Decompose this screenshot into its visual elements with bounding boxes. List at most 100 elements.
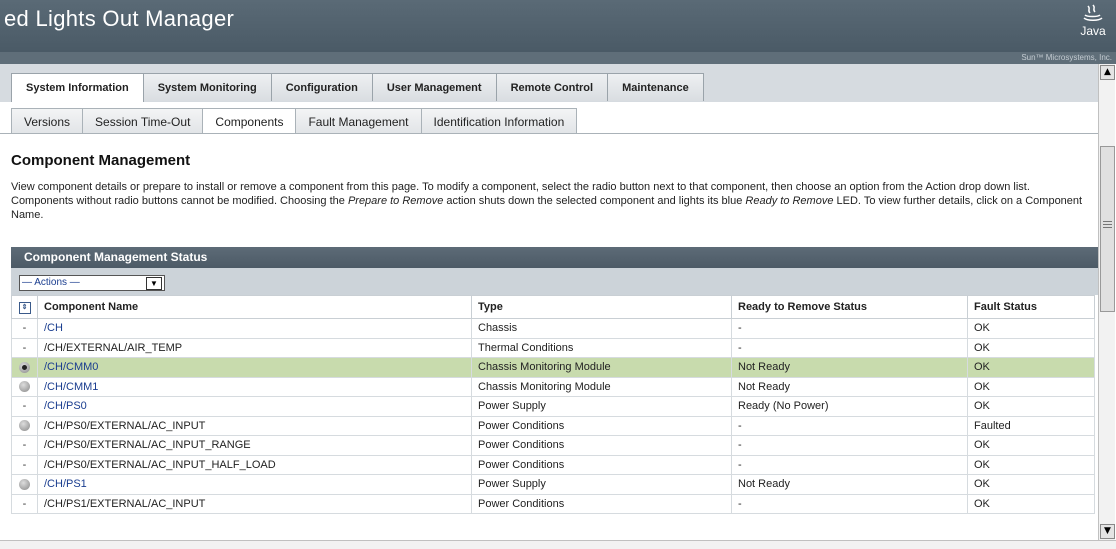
row-select-dash: - (22, 497, 27, 510)
column-header-ready-status[interactable]: Ready to Remove Status (731, 295, 968, 319)
subtab-components[interactable]: Components (202, 108, 297, 134)
component-name-cell: /CH/PS0/EXTERNAL/AC_INPUT_RANGE (37, 435, 472, 456)
table-row: -/CH/PS0/EXTERNAL/AC_INPUT_HALF_LOAD Powe… (11, 454, 1095, 475)
ready-status-cell: Not Ready (731, 474, 968, 495)
dropdown-arrow-icon[interactable]: ▼ (146, 277, 162, 290)
component-name-link[interactable]: /CH/PS1 (44, 478, 87, 490)
row-select-cell: - (11, 435, 38, 456)
main-tab-bar: System Information System Monitoring Confi… (0, 64, 1098, 103)
component-type-cell: Power Supply (471, 396, 732, 417)
fault-status-cell: OK (967, 396, 1095, 417)
app-title: ed Lights Out Manager (4, 6, 235, 31)
company-name: Sun™ Microsystems, Inc. (1021, 53, 1112, 62)
company-bar: Sun™ Microsystems, Inc. (0, 52, 1116, 64)
row-select-cell: - (11, 337, 38, 358)
table-row: /CH/PS0/EXTERNAL/AC_INPUT Power Condition… (11, 415, 1095, 436)
table-row: -/CH/PS1/EXTERNAL/AC_INPUT Power Conditio… (11, 493, 1095, 514)
column-header-type[interactable]: Type (471, 295, 732, 319)
column-header-component-name[interactable]: Component Name (37, 295, 472, 319)
subtab-session-time-out[interactable]: Session Time-Out (82, 108, 204, 134)
row-select-cell: - (11, 493, 38, 514)
app-header: ed Lights Out Manager Java (0, 0, 1116, 52)
fault-status-cell: OK (967, 357, 1095, 378)
fault-status-cell: OK (967, 474, 1095, 495)
tab-user-management[interactable]: User Management (371, 73, 497, 101)
table-row: - /CH/PS0 Power Supply Ready (No Power) OK (11, 396, 1095, 417)
tab-system-monitoring[interactable]: System Monitoring (142, 73, 272, 101)
row-select-dash: - (22, 458, 27, 471)
component-type-cell: Chassis (471, 318, 732, 339)
component-name-cell: /CH/PS0/EXTERNAL/AC_INPUT_HALF_LOAD (37, 454, 472, 475)
tab-system-information[interactable]: System Information (11, 73, 144, 102)
component-status-panel: Component Management Status — Actions — … (11, 247, 1098, 540)
row-radio-button[interactable] (19, 420, 30, 432)
scroll-down-arrow-icon[interactable]: ▼ (1100, 524, 1115, 539)
component-table: ⇕ Component Name Type Ready to Remove St… (11, 295, 1095, 514)
fault-status-cell: OK (967, 435, 1095, 456)
ready-status-cell: - (731, 318, 968, 339)
actions-bar: — Actions — ▼ (11, 268, 1098, 295)
java-logo: Java (1076, 4, 1110, 46)
component-type-cell: Chassis Monitoring Module (471, 376, 732, 397)
subtab-fault-management[interactable]: Fault Management (295, 108, 422, 134)
component-type-cell: Power Conditions (471, 454, 732, 475)
vertical-scrollbar[interactable]: ▲ ▼ (1098, 64, 1115, 540)
tab-maintenance[interactable]: Maintenance (607, 73, 704, 101)
row-select-cell[interactable] (11, 415, 38, 436)
component-type-cell: Thermal Conditions (471, 337, 732, 358)
tab-remote-control[interactable]: Remote Control (495, 73, 609, 101)
select-all-icon[interactable]: ⇕ (18, 302, 31, 314)
row-select-dash: - (22, 341, 27, 354)
component-name-link[interactable]: /CH/CMM1 (44, 381, 98, 393)
ready-status-cell: - (731, 435, 968, 456)
table-row: /CH/CMM1 Chassis Monitoring Module Not Rea… (11, 376, 1095, 397)
page-title: Component Management (11, 152, 191, 169)
scrollbar-thumb[interactable] (1100, 146, 1115, 312)
scroll-up-arrow-icon[interactable]: ▲ (1100, 65, 1115, 80)
row-select-dash: - (22, 400, 27, 413)
fault-status-cell: OK (967, 337, 1095, 358)
select-all-header[interactable]: ⇕ (11, 295, 38, 319)
fault-status-cell: OK (967, 454, 1095, 475)
intro-emphasis-1: Prepare to Remove (347, 195, 444, 207)
table-header-row: ⇕ Component Name Type Ready to Remove St… (11, 295, 1095, 319)
table-row: -/CH/EXTERNAL/AIR_TEMP Thermal Conditions… (11, 337, 1095, 358)
component-type-cell: Power Conditions (471, 493, 732, 514)
sub-tab-bar: Versions Session Time-Out Components Fault … (0, 102, 1098, 134)
ready-status-cell: Not Ready (731, 357, 968, 378)
fault-status-cell: OK (967, 376, 1095, 397)
column-header-fault-status[interactable]: Fault Status (967, 295, 1095, 319)
ready-status-cell: - (731, 493, 968, 514)
component-type-cell: Power Conditions (471, 435, 732, 456)
row-select-cell[interactable] (11, 376, 38, 397)
table-row: /CH/CMM0 Chassis Monitoring Module Not Rea… (11, 357, 1095, 378)
component-name-cell: /CH/PS1 (37, 474, 472, 495)
component-name-cell: /CH/PS1/EXTERNAL/AC_INPUT (37, 493, 472, 514)
fault-status-cell: OK (967, 318, 1095, 339)
main-tabs: System Information System Monitoring Confi… (11, 73, 704, 102)
subtab-identification-information[interactable]: Identification Information (420, 108, 578, 134)
actions-dropdown[interactable]: — Actions — ▼ (19, 275, 165, 291)
table-row: -/CH Chassis - OK (11, 318, 1095, 339)
subtab-versions[interactable]: Versions (11, 108, 84, 134)
component-name-link[interactable]: /CH/CMM0 (44, 361, 98, 373)
component-name-link[interactable]: /CH (44, 322, 63, 334)
actions-dropdown-label: — Actions — (22, 277, 80, 288)
intro-text-2: action shuts down the selected component… (443, 195, 746, 207)
component-type-cell: Power Conditions (471, 415, 732, 436)
page-intro: View component details or prepare to ins… (11, 180, 1086, 222)
ready-status-cell: Ready (No Power) (731, 396, 968, 417)
table-row: /CH/PS1 Power Supply Not Ready OK (11, 474, 1095, 495)
row-select-cell[interactable] (11, 357, 38, 378)
row-radio-button[interactable] (19, 361, 30, 373)
row-radio-button[interactable] (19, 478, 30, 490)
intro-emphasis-2: Ready to Remove (745, 195, 834, 207)
row-radio-button[interactable] (19, 381, 30, 393)
row-select-dash: - (22, 322, 27, 335)
ready-status-cell: - (731, 337, 968, 358)
component-name-cell: /CH (37, 318, 472, 339)
tab-configuration[interactable]: Configuration (270, 73, 373, 101)
component-name-link[interactable]: /CH/PS0 (44, 400, 87, 412)
row-select-cell[interactable] (11, 474, 38, 495)
component-type-cell: Power Supply (471, 474, 732, 495)
